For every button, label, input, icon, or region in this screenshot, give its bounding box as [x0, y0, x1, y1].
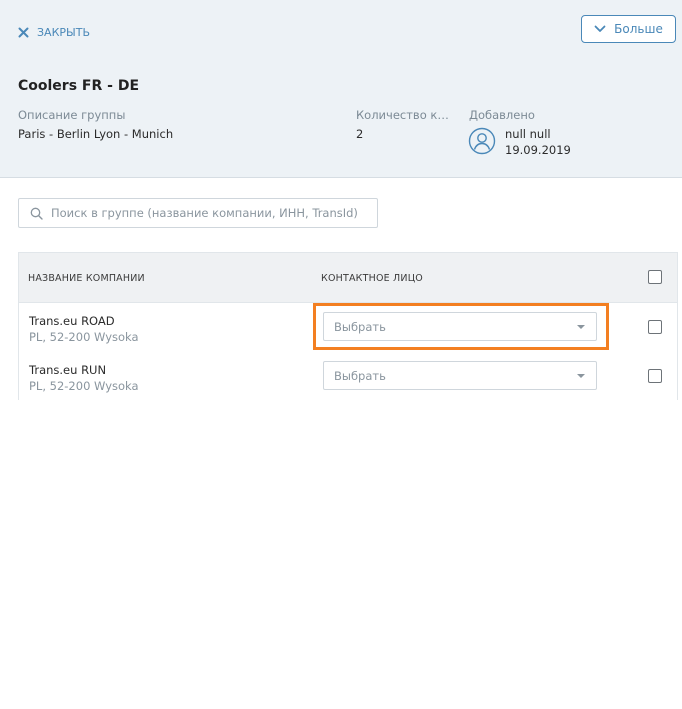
caret-down-icon [577, 374, 585, 378]
company-address: PL, 52-200 Wysoka [29, 379, 139, 393]
description-label: Описание группы [18, 108, 126, 122]
added-date: 19.09.2019 [505, 143, 571, 157]
count-value: 2 [356, 127, 364, 141]
search-icon [30, 207, 43, 220]
more-button[interactable]: Больше [581, 15, 676, 43]
chevron-down-icon [594, 25, 606, 32]
row-checkbox[interactable] [648, 369, 662, 383]
contact-select-placeholder: Выбрать [334, 319, 386, 334]
close-icon [18, 27, 29, 38]
group-title: Coolers FR - DE [18, 78, 140, 94]
column-header-company: НАЗВАНИЕ КОМПАНИИ [28, 273, 145, 284]
table-header: НАЗВАНИЕ КОМПАНИИ КОНТАКТНОЕ ЛИЦО [19, 253, 677, 303]
select-all-checkbox[interactable] [648, 270, 662, 284]
close-button[interactable]: ЗАКРЫТЬ [18, 26, 90, 39]
contact-select-placeholder: Выбрать [334, 368, 386, 383]
more-button-label: Больше [614, 22, 663, 36]
description-value: Paris - Berlin Lyon - Munich [18, 127, 174, 141]
companies-table: НАЗВАНИЕ КОМПАНИИ КОНТАКТНОЕ ЛИЦО Trans.… [18, 252, 678, 401]
column-header-contact: КОНТАКТНОЕ ЛИЦО [321, 273, 423, 284]
added-by-user: null null [505, 127, 551, 141]
contact-select[interactable]: Выбрать [323, 312, 597, 341]
search-input[interactable] [51, 206, 366, 220]
added-label: Добавлено [469, 108, 535, 122]
table-row: Trans.eu ROAD PL, 52-200 Wysoka Выбрать [19, 303, 677, 353]
group-search-box [18, 198, 378, 228]
row-checkbox[interactable] [648, 320, 662, 334]
count-label: Количество ко... [356, 108, 450, 122]
user-avatar-icon [468, 127, 496, 155]
company-name: Trans.eu RUN [29, 363, 107, 377]
table-row: Trans.eu RUN PL, 52-200 Wysoka Выбрать [19, 352, 677, 401]
close-button-label: ЗАКРЫТЬ [37, 26, 90, 39]
group-details-header: ЗАКРЫТЬ Больше Coolers FR - DE Описание … [0, 0, 682, 178]
company-address: PL, 52-200 Wysoka [29, 330, 139, 344]
contact-select[interactable]: Выбрать [323, 361, 597, 390]
caret-down-icon [577, 325, 585, 329]
company-name: Trans.eu ROAD [29, 314, 115, 328]
